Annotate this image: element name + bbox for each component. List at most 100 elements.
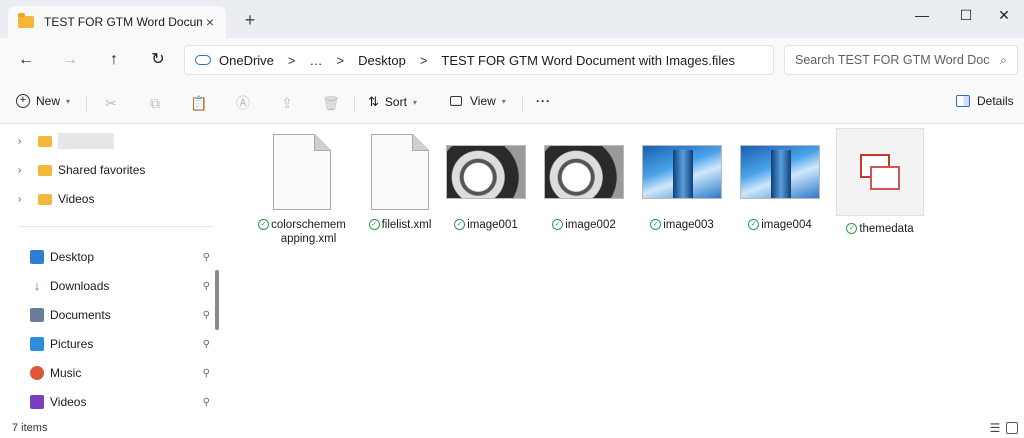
up-button[interactable]: ↑ bbox=[102, 50, 126, 70]
quick-access-videos[interactable]: Videos ⚲ bbox=[30, 391, 210, 413]
quick-access-label: Pictures bbox=[50, 337, 94, 351]
pin-icon[interactable]: ⚲ bbox=[203, 368, 210, 379]
chevron-down-icon: ▾ bbox=[66, 96, 71, 106]
file-name: image002 bbox=[565, 219, 616, 231]
paste-icon[interactable]: 📋 bbox=[190, 94, 208, 112]
details-button[interactable]: Details bbox=[956, 94, 1014, 108]
breadcrumb-separator[interactable]: > bbox=[337, 53, 345, 68]
sort-button[interactable]: ⇅ Sort ▾ bbox=[368, 94, 417, 110]
divider bbox=[86, 95, 87, 113]
divider bbox=[354, 95, 355, 113]
quick-access-pictures[interactable]: Pictures ⚲ bbox=[30, 333, 210, 355]
navigation-bar: ← → ↑ ↻ OneDrive > … > Desktop > TEST FO… bbox=[0, 38, 1024, 82]
close-window-button[interactable]: ✕ bbox=[984, 4, 1024, 26]
breadcrumb-onedrive[interactable]: OneDrive bbox=[219, 53, 274, 68]
videos-icon bbox=[30, 395, 44, 409]
delete-icon[interactable]: 🗑 bbox=[322, 94, 340, 112]
quick-access-downloads[interactable]: ↓ Downloads ⚲ bbox=[30, 275, 210, 297]
share-icon[interactable]: ⇪ bbox=[278, 94, 296, 112]
breadcrumb-separator[interactable]: > bbox=[288, 53, 296, 68]
file-thumbnail bbox=[446, 132, 526, 212]
pin-icon[interactable]: ⚲ bbox=[203, 339, 210, 350]
quick-access-documents[interactable]: Documents ⚲ bbox=[30, 304, 210, 326]
sync-status-icon: ✓ bbox=[368, 219, 380, 230]
search-input[interactable]: Search TEST FOR GTM Word Doc bbox=[795, 53, 1000, 67]
tree-item-shared-favorites[interactable]: › Shared favorites bbox=[18, 159, 145, 181]
cloud-icon bbox=[195, 55, 211, 65]
chevron-right-icon[interactable]: › bbox=[18, 165, 32, 176]
breadcrumb-desktop[interactable]: Desktop bbox=[358, 53, 406, 68]
chevron-right-icon[interactable]: › bbox=[18, 136, 32, 147]
view-button[interactable]: View ▾ bbox=[450, 94, 506, 108]
file-name: filelist.xml bbox=[381, 219, 432, 231]
details-view-icon[interactable]: ☰ bbox=[988, 421, 1002, 435]
image-thumbnail bbox=[642, 145, 722, 199]
redacted-label bbox=[58, 133, 114, 149]
quick-access-label: Documents bbox=[50, 308, 111, 322]
breadcrumb-more[interactable]: … bbox=[310, 53, 323, 68]
sync-status-icon: ✓ bbox=[650, 219, 662, 230]
image-thumbnail bbox=[740, 145, 820, 199]
sort-label: Sort bbox=[384, 95, 407, 109]
file-thumbnail bbox=[262, 132, 342, 212]
file-item[interactable]: ✓ colorschememapping.xml bbox=[258, 132, 346, 246]
new-button[interactable]: + New ▾ bbox=[16, 94, 70, 108]
pin-icon[interactable]: ⚲ bbox=[203, 252, 210, 263]
file-list: ✓ colorschememapping.xml ✓ filelist.xml ✓ i… bbox=[226, 124, 1024, 419]
image-thumbnail bbox=[544, 145, 624, 199]
tab-title: TEST FOR GTM Word Docume bbox=[44, 15, 202, 29]
pin-icon[interactable]: ⚲ bbox=[203, 310, 210, 321]
scrollbar[interactable] bbox=[215, 270, 219, 330]
quick-access-desktop[interactable]: Desktop ⚲ bbox=[30, 246, 210, 268]
file-item[interactable]: ✓ image003 bbox=[638, 132, 726, 232]
theme-file-icon bbox=[860, 154, 900, 190]
file-thumbnail bbox=[740, 132, 820, 212]
file-item[interactable]: ✓ image004 bbox=[736, 132, 824, 232]
file-thumbnail bbox=[360, 132, 440, 212]
file-name: image001 bbox=[467, 219, 518, 231]
quick-access-label: Videos bbox=[50, 395, 87, 409]
file-name-row: ✓ filelist.xml bbox=[368, 218, 432, 232]
divider bbox=[18, 226, 214, 227]
file-item[interactable]: ✓ image002 bbox=[540, 132, 628, 232]
breadcrumb-separator[interactable]: > bbox=[420, 53, 428, 68]
folder-icon bbox=[38, 193, 52, 205]
file-name-row: ✓ colorschememapping.xml bbox=[258, 218, 346, 246]
cut-icon[interactable]: ✂ bbox=[102, 94, 120, 112]
file-name: themedata bbox=[859, 223, 914, 235]
chevron-right-icon[interactable]: › bbox=[18, 194, 32, 205]
tab-close-button[interactable]: × bbox=[202, 14, 218, 30]
sync-status-icon: ✓ bbox=[552, 219, 564, 230]
file-name-row: ✓ themedata bbox=[846, 222, 914, 236]
file-name-row: ✓ image002 bbox=[552, 218, 616, 232]
document-icon bbox=[273, 134, 331, 210]
pin-icon[interactable]: ⚲ bbox=[203, 397, 210, 408]
new-tab-button[interactable]: + bbox=[240, 11, 260, 29]
sync-status-icon: ✓ bbox=[454, 219, 466, 230]
tab-current-folder[interactable]: TEST FOR GTM Word Docume × bbox=[8, 6, 226, 38]
chevron-down-icon: ▾ bbox=[501, 96, 506, 106]
file-item[interactable]: ✓ image001 bbox=[442, 132, 530, 232]
tree-item-hidden[interactable]: › bbox=[18, 130, 114, 152]
minimize-button[interactable]: — bbox=[902, 4, 942, 26]
forward-button[interactable]: → bbox=[58, 50, 82, 70]
pin-icon[interactable]: ⚲ bbox=[203, 281, 210, 292]
large-icons-view-icon[interactable] bbox=[1006, 422, 1018, 434]
refresh-button[interactable]: ↻ bbox=[146, 50, 170, 70]
copy-icon[interactable]: ⧉ bbox=[146, 94, 164, 112]
search-box[interactable]: Search TEST FOR GTM Word Doc ⌕ bbox=[784, 45, 1018, 75]
file-item[interactable]: ✓ filelist.xml bbox=[356, 132, 444, 232]
rename-icon[interactable]: Ⓐ bbox=[234, 94, 252, 112]
tree-item-label: Videos bbox=[58, 192, 95, 206]
tree-item-videos[interactable]: › Videos bbox=[18, 188, 94, 210]
maximize-button[interactable]: ☐ bbox=[946, 4, 986, 26]
address-bar[interactable]: OneDrive > … > Desktop > TEST FOR GTM Wo… bbox=[184, 45, 774, 75]
file-name-row: ✓ image003 bbox=[650, 218, 714, 232]
file-item-selected[interactable]: ✓ themedata bbox=[836, 128, 924, 236]
back-button[interactable]: ← bbox=[14, 50, 38, 70]
more-options-button[interactable]: ··· bbox=[536, 94, 551, 108]
breadcrumb-current-folder[interactable]: TEST FOR GTM Word Document with Images.f… bbox=[441, 53, 735, 68]
file-thumbnail bbox=[642, 132, 722, 212]
quick-access-music[interactable]: Music ⚲ bbox=[30, 362, 210, 384]
file-name: colorschememapping.xml bbox=[271, 219, 346, 245]
